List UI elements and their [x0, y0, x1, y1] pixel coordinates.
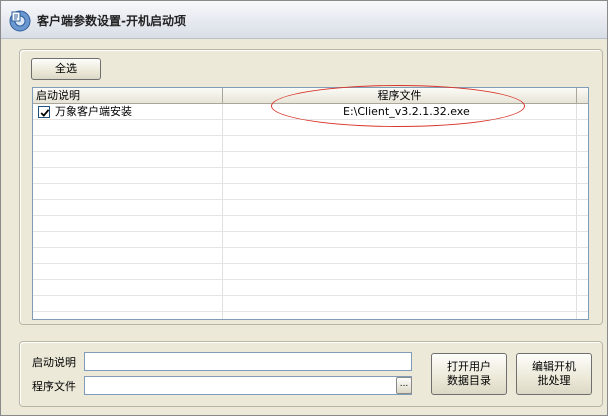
open-user-data-button[interactable]: 打开用户数据目录 [431, 353, 507, 395]
empty-row [33, 152, 588, 168]
app-icon [8, 9, 32, 33]
row-program: E:\Client_v3.2.1.32.exe [343, 105, 470, 118]
empty-row [33, 120, 588, 136]
empty-row [33, 232, 588, 248]
grid-header: 启动说明 程序文件 [33, 88, 588, 104]
empty-row [33, 168, 588, 184]
column-header-spacer [577, 88, 588, 104]
row-checkbox[interactable] [38, 106, 50, 118]
empty-row [33, 184, 588, 200]
empty-row [33, 200, 588, 216]
program-input[interactable] [84, 376, 412, 395]
empty-row [33, 296, 588, 312]
column-header-description[interactable]: 启动说明 [33, 88, 223, 104]
select-all-button[interactable]: 全选 [31, 58, 101, 80]
empty-row [33, 280, 588, 296]
description-input[interactable] [84, 352, 412, 371]
window-title: 客户端参数设置-开机启动项 [37, 14, 186, 28]
edit-startup-batch-button[interactable]: 编辑开机批处理 [516, 353, 592, 395]
table-row[interactable]: 万象客户端安装 E:\Client_v3.2.1.32.exe [33, 104, 588, 120]
title-bar: 客户端参数设置-开机启动项 [1, 1, 607, 39]
program-label: 程序文件 [32, 380, 76, 393]
empty-row [33, 136, 588, 152]
row-description: 万象客户端安装 [55, 105, 132, 118]
empty-row [33, 248, 588, 264]
column-header-program[interactable]: 程序文件 [223, 88, 577, 104]
settings-window: 客户端参数设置-开机启动项 全选 启动说明 程序文件 万象客户端安装 E:\Cl… [0, 0, 608, 416]
empty-row [33, 216, 588, 232]
description-label: 启动说明 [32, 356, 76, 369]
checkmark-icon [40, 109, 50, 117]
startup-items-grid[interactable]: 启动说明 程序文件 万象客户端安装 E:\Client_v3.2.1.32.ex… [32, 87, 589, 320]
empty-row [33, 264, 588, 280]
browse-button[interactable]: ... [396, 377, 412, 394]
